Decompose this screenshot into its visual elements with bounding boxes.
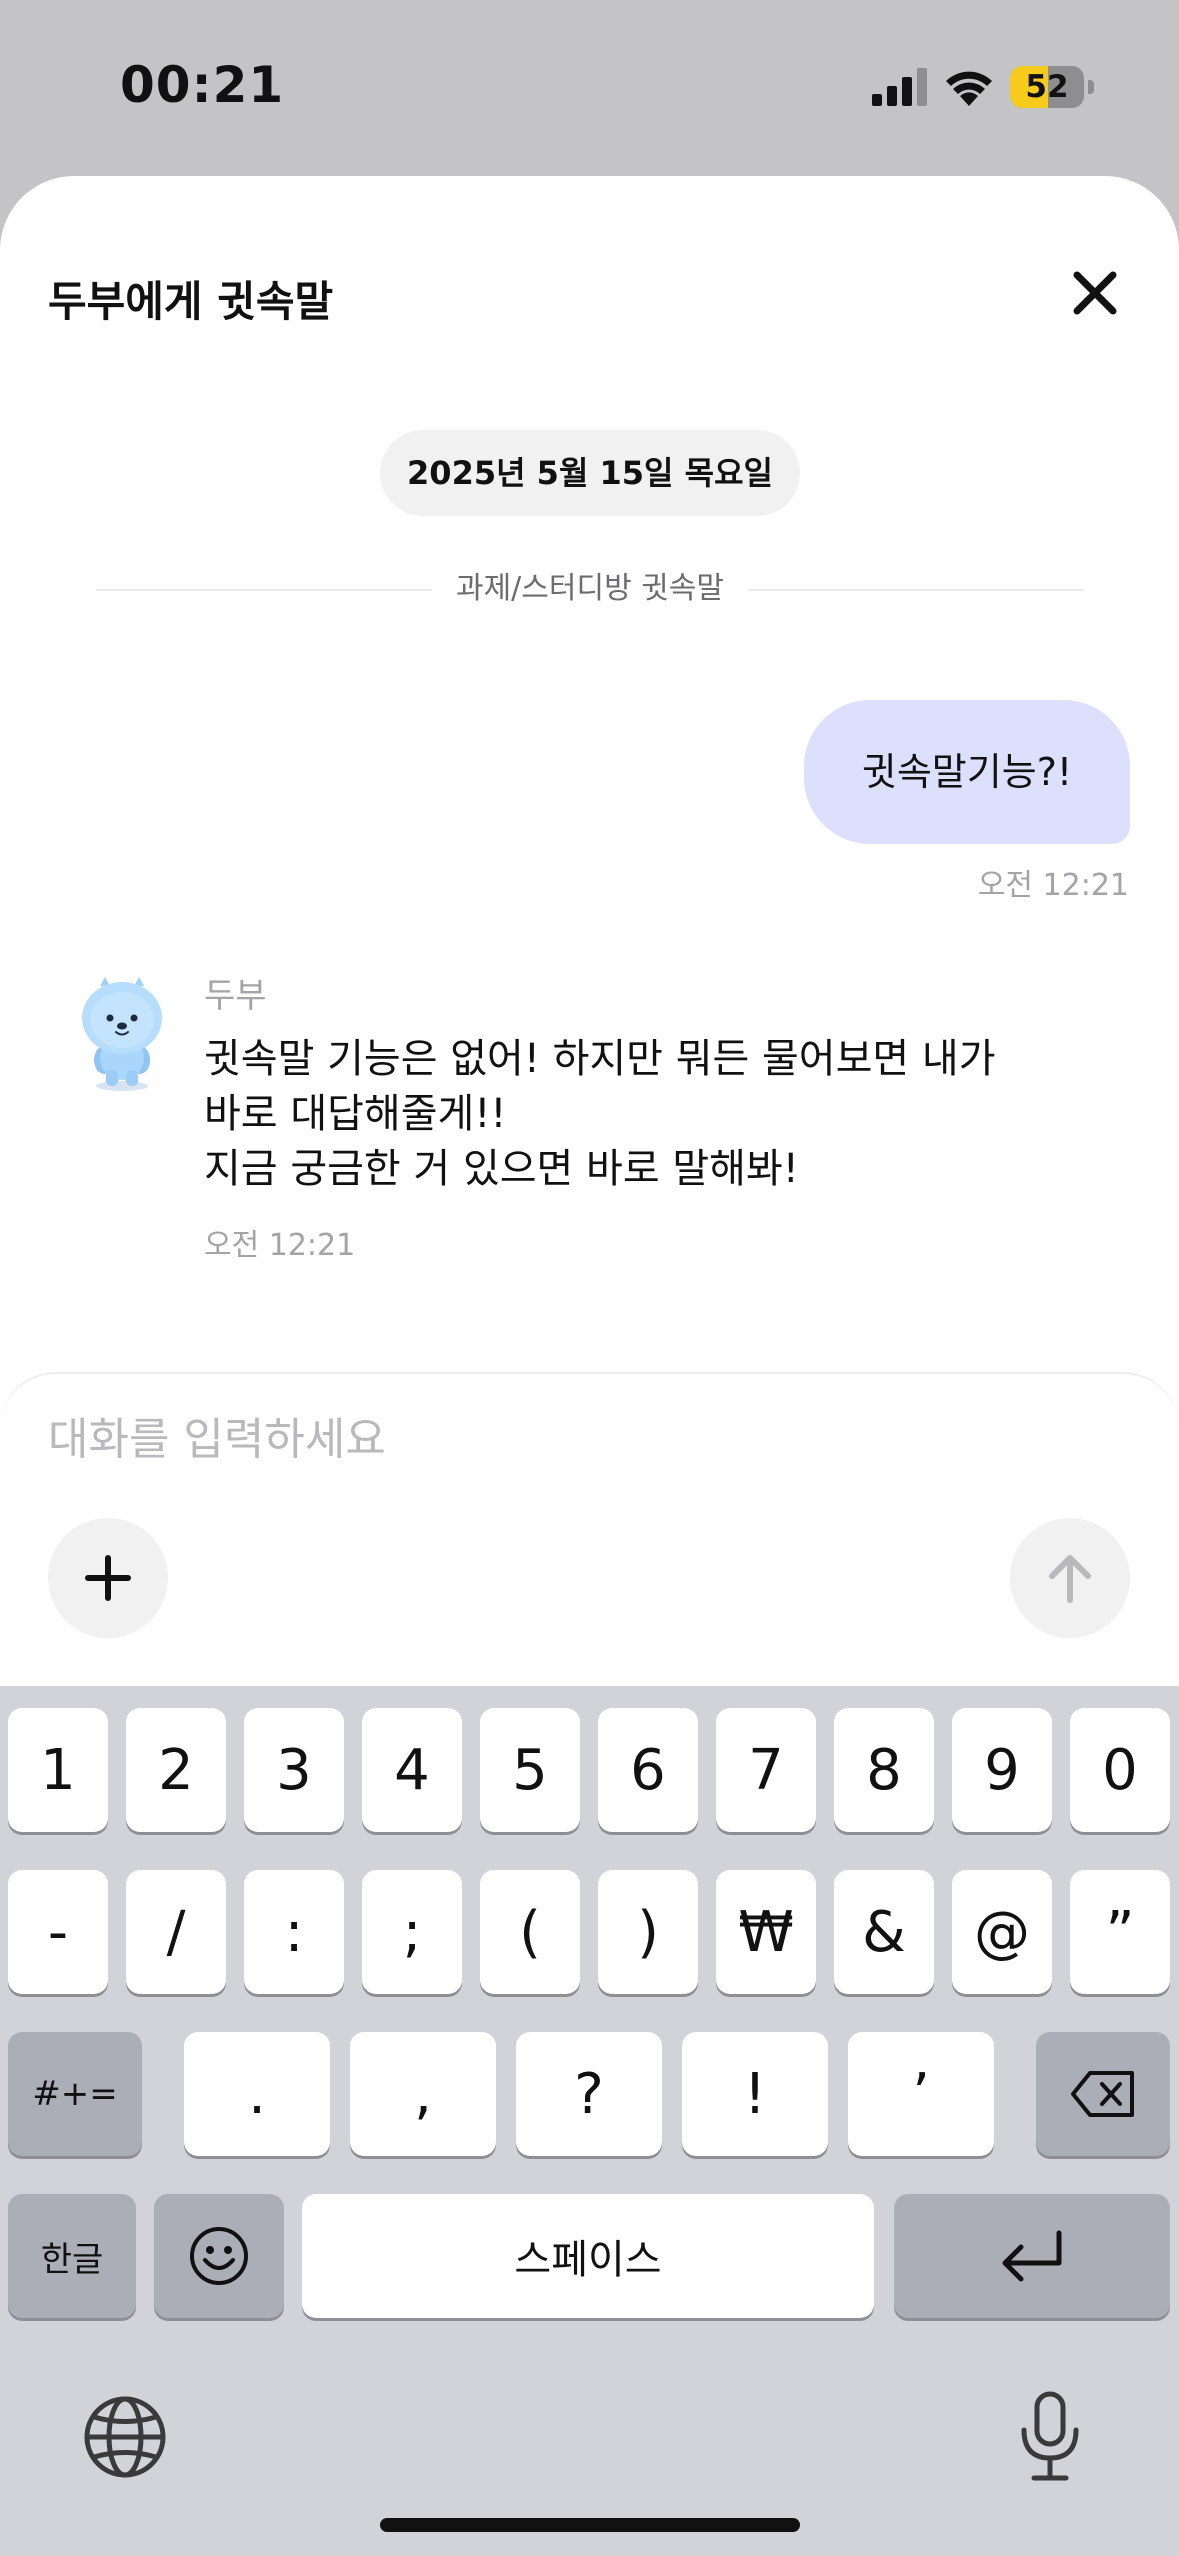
bot-message-time: 오전 12:21 <box>204 1228 356 1263</box>
message-input[interactable] <box>48 1414 1048 1465</box>
send-button[interactable] <box>1010 1518 1130 1638</box>
sheet-title: 두부에게 귓속말 <box>48 277 334 326</box>
battery-level: 52 <box>1025 69 1069 105</box>
key-5[interactable]: 5 <box>480 1708 580 1832</box>
key-ampersand[interactable]: & <box>834 1870 934 1994</box>
key-at[interactable]: @ <box>952 1870 1052 1994</box>
key-9[interactable]: 9 <box>952 1708 1052 1832</box>
home-indicator[interactable] <box>380 2518 800 2532</box>
key-8[interactable]: 8 <box>834 1708 934 1832</box>
dubu-avatar <box>82 977 162 1091</box>
return-icon <box>1002 2230 1062 2282</box>
key-2[interactable]: 2 <box>126 1708 226 1832</box>
key-korean[interactable]: 한글 <box>8 2194 136 2318</box>
emoji-icon <box>190 2227 248 2285</box>
backspace-icon <box>1071 2071 1134 2117</box>
battery-cap <box>1088 80 1094 94</box>
plus-icon <box>85 1555 131 1601</box>
globe-icon <box>84 2396 166 2478</box>
section-divider: 과제/스터디방 귓속말 <box>96 564 1084 614</box>
emoji-key[interactable] <box>154 2194 284 2318</box>
key-3[interactable]: 3 <box>244 1708 344 1832</box>
bot-message[interactable]: 귓속말 기능은 없어! 하지만 뭐든 물어보면 내가 바로 대답해줄게!! 지금… <box>204 1032 1104 1197</box>
key-4[interactable]: 4 <box>362 1708 462 1832</box>
user-message-time: 오전 12:21 <box>977 868 1129 903</box>
key-apostrophe[interactable]: ’ <box>848 2032 994 2156</box>
key-close-paren[interactable]: ) <box>598 1870 698 1994</box>
attach-button[interactable] <box>48 1518 168 1638</box>
globe-button[interactable] <box>82 2394 168 2480</box>
key-6[interactable]: 6 <box>598 1708 698 1832</box>
close-button[interactable] <box>1058 256 1132 330</box>
key-semicolon[interactable]: ; <box>362 1870 462 1994</box>
key-question[interactable]: ? <box>516 2032 662 2156</box>
keyboard: 1 2 3 4 5 6 7 8 9 0 - / : ; ( ) ₩ & @ ” … <box>0 1686 1179 2556</box>
key-exclamation[interactable]: ! <box>682 2032 828 2156</box>
bot-message-line: 지금 궁금한 거 있으면 바로 말해봐! <box>204 1146 799 1192</box>
divider-line-right <box>748 589 1084 591</box>
wifi-icon <box>946 71 992 106</box>
date-label: 2025년 5월 15일 목요일 <box>380 430 800 516</box>
close-icon <box>1073 271 1117 315</box>
key-period[interactable]: . <box>184 2032 330 2156</box>
backspace-key[interactable] <box>1036 2032 1170 2156</box>
microphone-button[interactable] <box>1018 2390 1082 2484</box>
battery-indicator: 52 <box>1010 66 1094 108</box>
key-slash[interactable]: / <box>126 1870 226 1994</box>
key-quote[interactable]: ” <box>1070 1870 1170 1994</box>
bot-sender-name: 두부 <box>204 976 267 1016</box>
status-time: 00:21 <box>120 56 285 114</box>
bot-message-line: 귓속말 기능은 없어! 하지만 뭐든 물어보면 내가 <box>204 1036 996 1082</box>
arrow-up-icon <box>1049 1555 1091 1603</box>
bot-message-line: 바로 대답해줄게!! <box>204 1091 507 1137</box>
key-0[interactable]: 0 <box>1070 1708 1170 1832</box>
key-1[interactable]: 1 <box>8 1708 108 1832</box>
key-more-symbols[interactable]: #+= <box>8 2032 142 2156</box>
key-hyphen[interactable]: - <box>8 1870 108 1994</box>
key-comma[interactable]: , <box>350 2032 496 2156</box>
key-7[interactable]: 7 <box>716 1708 816 1832</box>
signal-icon <box>872 68 927 106</box>
microphone-icon <box>1021 2391 1079 2481</box>
user-message-bubble[interactable]: 귓속말기능?! <box>804 700 1130 844</box>
key-won[interactable]: ₩ <box>716 1870 816 1994</box>
key-open-paren[interactable]: ( <box>480 1870 580 1994</box>
space-key[interactable]: 스페이스 <box>302 2194 874 2318</box>
status-bar: 00:21 52 <box>0 0 1179 176</box>
key-colon[interactable]: : <box>244 1870 344 1994</box>
message-composer <box>0 1372 1179 1686</box>
return-key[interactable] <box>894 2194 1170 2318</box>
